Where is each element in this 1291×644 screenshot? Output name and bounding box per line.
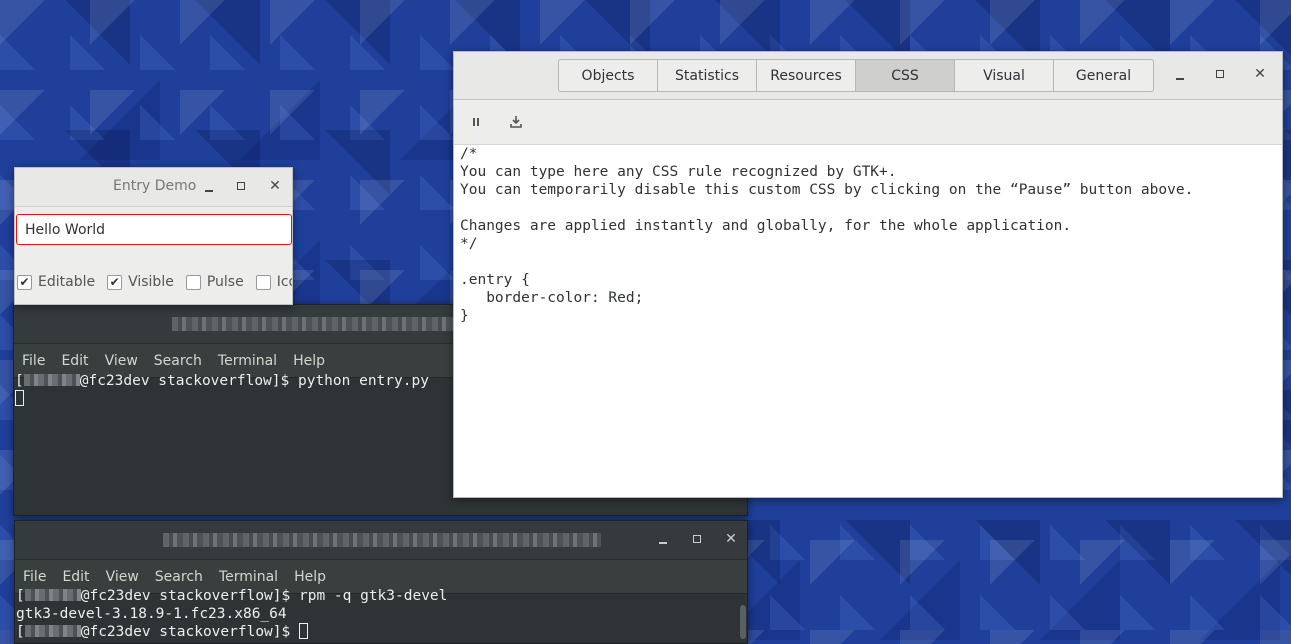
- text-entry[interactable]: Hello World: [16, 214, 292, 245]
- tab-statistics[interactable]: Statistics: [658, 60, 757, 91]
- terminal-window-2[interactable]: ✕ File Edit View Search Terminal Help [@…: [14, 520, 748, 644]
- close-icon: ✕: [1254, 66, 1266, 82]
- maximize-icon: [693, 535, 701, 543]
- entry-demo-titlebar[interactable]: Entry Demo ✕: [15, 168, 292, 207]
- save-button[interactable]: [508, 114, 524, 130]
- close-button[interactable]: ✕: [721, 529, 741, 549]
- command: rpm -q gtk3-devel: [298, 588, 448, 604]
- text-cursor: [15, 390, 24, 406]
- menu-terminal[interactable]: Terminal: [219, 569, 278, 585]
- minimize-icon: [659, 542, 667, 544]
- command-output: gtk3-devel-3.18.9-1.fc23.x86_64: [16, 606, 287, 622]
- prompt: @fc23dev stackoverflow]$: [80, 624, 299, 640]
- menu-view[interactable]: View: [106, 569, 139, 585]
- prompt: @fc23dev stackoverflow]$: [79, 373, 298, 389]
- close-button[interactable]: ✕: [265, 176, 285, 196]
- close-icon: ✕: [269, 178, 281, 194]
- maximize-button[interactable]: [1210, 64, 1230, 84]
- terminal-1-title-blurred: [172, 317, 472, 331]
- username-blurred: [23, 374, 80, 386]
- tab-general[interactable]: General: [1054, 60, 1153, 91]
- command: python entry.py: [297, 373, 429, 389]
- checkbox-row: ✔ Editable ✔ Visible Pulse Icon: [17, 274, 292, 290]
- menu-file[interactable]: File: [22, 353, 45, 369]
- minimize-button[interactable]: [1170, 65, 1190, 85]
- tab-objects[interactable]: Objects: [559, 60, 658, 91]
- prompt: @fc23dev stackoverflow]$: [80, 588, 299, 604]
- checkbox-pulse[interactable]: Pulse: [185, 274, 244, 290]
- inspector-tabs: Objects Statistics Resources CSS Visual …: [558, 59, 1154, 92]
- checkmark-icon: ✔: [17, 274, 32, 290]
- minimize-icon: [205, 190, 213, 192]
- pause-button[interactable]: [468, 114, 484, 130]
- close-button[interactable]: ✕: [1250, 64, 1270, 84]
- checkbox-label: Pulse: [206, 274, 244, 290]
- menu-file[interactable]: File: [23, 569, 46, 585]
- checkbox-label: Icon: [276, 274, 292, 290]
- terminal-2-title-blurred: [163, 533, 601, 547]
- username-blurred: [24, 625, 81, 637]
- text-cursor: [298, 623, 308, 639]
- checkbox-empty-icon: [255, 274, 271, 290]
- minimize-button[interactable]: [653, 529, 673, 549]
- maximize-icon: [237, 182, 245, 190]
- gtk-inspector-window[interactable]: Objects Statistics Resources CSS Visual …: [453, 51, 1283, 498]
- checkbox-label: Editable: [38, 274, 96, 290]
- terminal-2-output[interactable]: [@fc23dev stackoverflow]$ rpm -q gtk3-de…: [16, 587, 747, 641]
- menu-search[interactable]: Search: [154, 353, 202, 369]
- tab-visual[interactable]: Visual: [955, 60, 1054, 91]
- checkbox-icon[interactable]: Icon: [255, 274, 292, 290]
- download-icon: [510, 116, 522, 128]
- window-title: Entry Demo: [113, 178, 197, 194]
- menu-edit[interactable]: Edit: [62, 569, 89, 585]
- username-blurred: [24, 589, 81, 601]
- inspector-headerbar[interactable]: Objects Statistics Resources CSS Visual …: [454, 52, 1282, 100]
- maximize-button[interactable]: [687, 529, 707, 549]
- terminal-2-titlebar[interactable]: ✕: [15, 521, 747, 560]
- checkbox-visible[interactable]: ✔ Visible: [107, 274, 174, 290]
- css-toolbar: [454, 100, 1282, 145]
- pause-icon-bar: [477, 118, 479, 126]
- pause-icon: [473, 118, 475, 126]
- menu-edit[interactable]: Edit: [61, 353, 88, 369]
- css-editor[interactable]: /* You can type here any CSS rule recogn…: [460, 145, 1276, 325]
- menu-view[interactable]: View: [105, 353, 138, 369]
- minimize-icon: [1176, 78, 1184, 80]
- menu-help[interactable]: Help: [294, 569, 326, 585]
- checkbox-label: Visible: [128, 274, 174, 290]
- checkbox-editable[interactable]: ✔ Editable: [17, 274, 95, 290]
- minimize-button[interactable]: [199, 177, 219, 197]
- menu-search[interactable]: Search: [155, 569, 203, 585]
- maximize-button[interactable]: [231, 176, 251, 196]
- entry-demo-window[interactable]: Entry Demo ✕ Hello World ✔ Editable ✔ Visi…: [14, 167, 293, 305]
- menu-help[interactable]: Help: [293, 353, 325, 369]
- close-icon: ✕: [725, 531, 737, 547]
- tab-resources[interactable]: Resources: [757, 60, 856, 91]
- checkbox-empty-icon: [185, 274, 201, 290]
- checkmark-icon: ✔: [107, 274, 123, 290]
- maximize-icon: [1216, 70, 1224, 78]
- terminal-2-scrollbar[interactable]: [740, 605, 746, 639]
- tab-css[interactable]: CSS: [856, 60, 955, 91]
- menu-terminal[interactable]: Terminal: [218, 353, 277, 369]
